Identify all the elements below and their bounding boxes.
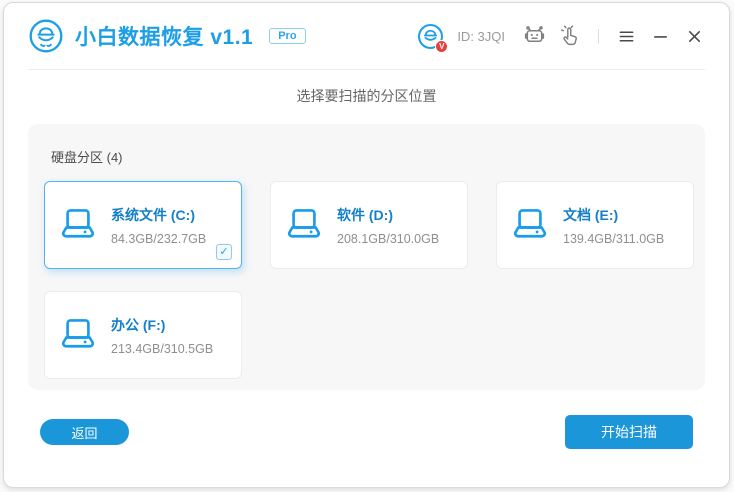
drive-card[interactable]: 系统文件 (C:) 84.3GB/232.7GB ✓	[44, 181, 242, 269]
page-title: 选择要扫描的分区位置	[4, 86, 729, 106]
robot-service-icon[interactable]	[523, 25, 546, 48]
pro-badge: Pro	[269, 28, 305, 44]
close-button[interactable]	[684, 26, 705, 47]
drive-checkbox[interactable]: ✓	[216, 244, 232, 260]
app-logo-icon	[28, 18, 64, 54]
drive-text: 软件 (D:) 208.1GB/310.0GB	[337, 205, 439, 246]
titlebar-divider	[598, 29, 599, 44]
drive-size: 84.3GB/232.7GB	[111, 232, 206, 246]
start-scan-button[interactable]: 开始扫描	[565, 415, 693, 449]
footer: 返回 开始扫描	[40, 415, 693, 449]
back-button[interactable]: 返回	[40, 419, 129, 445]
app-title: 小白数据恢复 v1.1	[75, 21, 253, 51]
drive-size: 213.4GB/310.5GB	[111, 342, 213, 356]
partition-panel: 硬盘分区 (4) 系统文件 (C:) 84.3GB/232.7GB ✓ 软件 (…	[28, 124, 705, 390]
partition-count-label: 硬盘分区 (4)	[51, 147, 689, 166]
drive-name: 文档 (E:)	[563, 205, 664, 225]
drive-name: 软件 (D:)	[337, 205, 439, 225]
app-window: 小白数据恢复 v1.1 Pro V ID: 3JQI	[3, 2, 730, 488]
user-id: ID: 3JQI	[457, 29, 505, 44]
drive-card[interactable]: 文档 (E:) 139.4GB/311.0GB ✓	[496, 181, 694, 269]
hard-drive-icon	[58, 315, 98, 355]
verified-badge: V	[435, 40, 448, 53]
minimize-button[interactable]	[650, 26, 671, 47]
drive-text: 系统文件 (C:) 84.3GB/232.7GB	[111, 205, 206, 246]
drive-text: 文档 (E:) 139.4GB/311.0GB	[563, 205, 664, 246]
menu-button[interactable]	[616, 26, 637, 47]
user-avatar[interactable]: V	[417, 23, 444, 50]
drive-size: 139.4GB/311.0GB	[563, 232, 664, 246]
drive-text: 办公 (F:) 213.4GB/310.5GB	[111, 315, 213, 356]
hard-drive-icon	[58, 205, 98, 245]
drive-name: 办公 (F:)	[111, 315, 213, 335]
titlebar: 小白数据恢复 v1.1 Pro V ID: 3JQI	[28, 3, 705, 70]
drive-grid: 系统文件 (C:) 84.3GB/232.7GB ✓ 软件 (D:) 208.1…	[44, 181, 689, 379]
drive-name: 系统文件 (C:)	[111, 205, 206, 225]
titlebar-left: 小白数据恢复 v1.1 Pro	[28, 18, 306, 54]
tap-hand-icon[interactable]	[559, 25, 581, 47]
hard-drive-icon	[510, 205, 550, 245]
hard-drive-icon	[284, 205, 324, 245]
titlebar-right: V ID: 3JQI	[417, 23, 705, 50]
drive-card[interactable]: 软件 (D:) 208.1GB/310.0GB ✓	[270, 181, 468, 269]
drive-size: 208.1GB/310.0GB	[337, 232, 439, 246]
drive-card[interactable]: 办公 (F:) 213.4GB/310.5GB ✓	[44, 291, 242, 379]
